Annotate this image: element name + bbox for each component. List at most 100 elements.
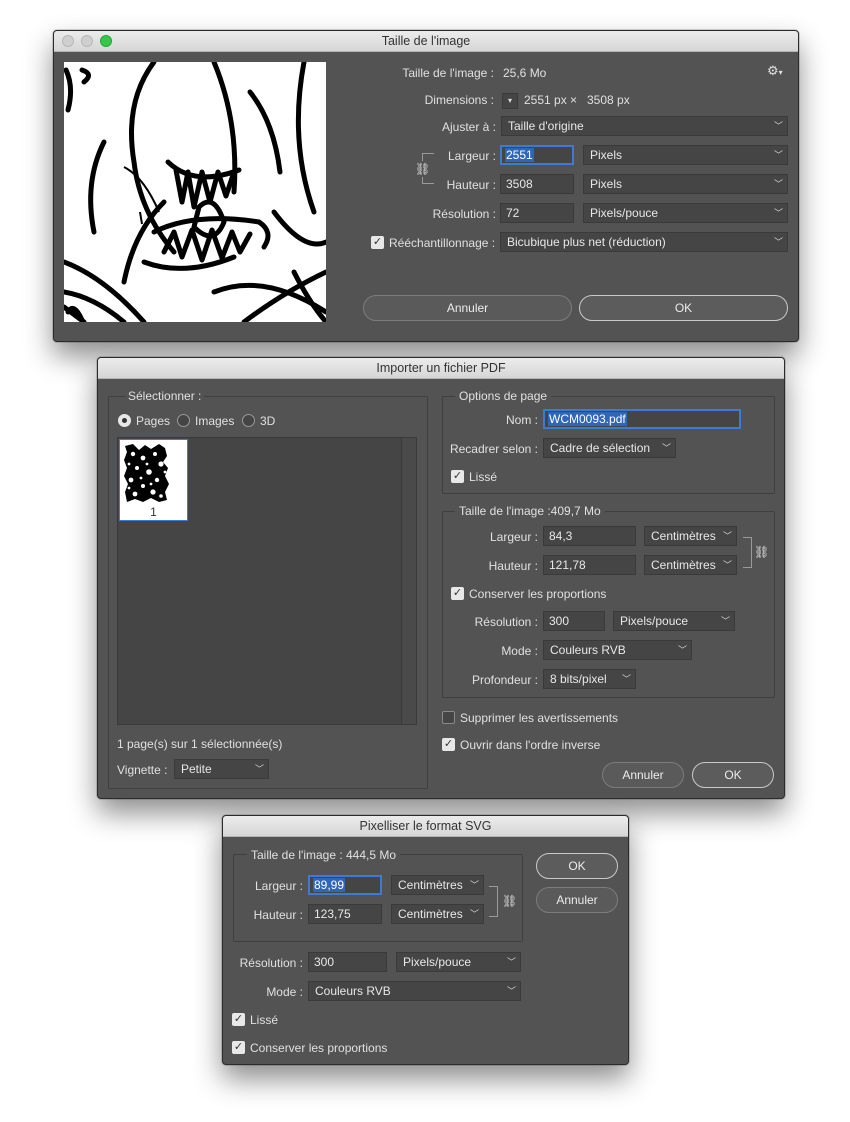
resolution-input[interactable]: 300 bbox=[543, 611, 605, 631]
cancel-button[interactable]: Annuler bbox=[536, 887, 618, 913]
rasterize-svg-dialog: Pixelliser le format SVG Taille de l'ima… bbox=[222, 815, 629, 1065]
image-size-label: Taille de l'image : bbox=[402, 66, 494, 80]
resolution-input[interactable]: 72 bbox=[500, 203, 574, 223]
crop-to-label: Recadrer selon : bbox=[449, 442, 538, 456]
width-unit-dropdown[interactable]: Centimètres ﹀ bbox=[391, 875, 484, 895]
height-unit-dropdown[interactable]: Centimètres ﹀ bbox=[391, 904, 484, 924]
image-size-value: 25,6 Mo bbox=[503, 66, 547, 80]
thumbnail-size-dropdown[interactable]: Petite ﹀ bbox=[174, 759, 269, 779]
chevron-down-icon: ﹀ bbox=[469, 880, 479, 890]
resample-checkbox[interactable]: ✓ bbox=[371, 236, 384, 249]
mode-dropdown[interactable]: Couleurs RVB ﹀ bbox=[543, 640, 692, 660]
images-radio[interactable] bbox=[177, 414, 190, 427]
close-window-button[interactable] bbox=[62, 35, 74, 47]
name-input[interactable]: WCM0093.pdf bbox=[543, 409, 741, 429]
resolution-input-value: 300 bbox=[549, 614, 570, 628]
height-unit-dropdown[interactable]: Centimètres ﹀ bbox=[644, 555, 737, 575]
sketch-preview-image bbox=[64, 62, 326, 322]
ok-button[interactable]: OK bbox=[536, 853, 618, 879]
minimize-window-button[interactable] bbox=[81, 35, 93, 47]
page-thumbnail-list[interactable]: 1 bbox=[117, 437, 417, 725]
3d-radio[interactable] bbox=[242, 414, 255, 427]
suppress-warnings-checkbox[interactable] bbox=[442, 711, 455, 724]
width-unit-value: Centimètres bbox=[398, 878, 463, 892]
width-input[interactable]: 2551 bbox=[500, 145, 574, 165]
height-label: Hauteur : bbox=[253, 908, 303, 922]
height-input-value: 123,75 bbox=[314, 907, 351, 921]
dimensions-times: × bbox=[570, 93, 578, 107]
select-label: Sélectionner : bbox=[125, 388, 205, 404]
width-label: Largeur : bbox=[254, 879, 303, 893]
dimensions-unit-menu-button[interactable]: ▾ bbox=[502, 93, 518, 109]
mode-label: Mode : bbox=[501, 644, 538, 658]
chevron-down-icon: ﹀ bbox=[506, 957, 516, 967]
smooth-checkbox[interactable]: ✓ bbox=[232, 1013, 245, 1026]
reverse-order-label: Ouvrir dans l'ordre inverse bbox=[460, 738, 601, 752]
link-constraint-icon[interactable]: ⛓ bbox=[502, 894, 517, 908]
cancel-button[interactable]: Annuler bbox=[602, 762, 684, 788]
chevron-down-icon: ﹀ bbox=[621, 674, 631, 684]
mode-dropdown[interactable]: Couleurs RVB ﹀ bbox=[308, 981, 521, 1001]
resolution-label: Résolution : bbox=[474, 615, 538, 629]
scrollbar-track[interactable] bbox=[401, 438, 416, 724]
resolution-label: Résolution : bbox=[239, 956, 303, 970]
ok-button[interactable]: OK bbox=[579, 295, 788, 321]
page-thumbnail-image bbox=[124, 444, 169, 502]
width-input[interactable]: 84,3 bbox=[543, 526, 636, 546]
height-input[interactable]: 121,78 bbox=[543, 555, 636, 575]
chevron-down-icon: ﹀ bbox=[720, 616, 730, 626]
width-unit-dropdown[interactable]: Centimètres ﹀ bbox=[644, 526, 737, 546]
zoom-window-button[interactable] bbox=[100, 35, 112, 47]
width-height-chain-bracket bbox=[489, 886, 498, 917]
height-unit-dropdown[interactable]: Pixels ﹀ bbox=[583, 174, 788, 194]
thumbnail-size-label: Vignette : bbox=[117, 763, 168, 777]
height-input[interactable]: 123,75 bbox=[308, 904, 382, 924]
height-unit-value: Centimètres bbox=[651, 558, 716, 572]
settings-gear-icon[interactable]: ⚙▾ bbox=[767, 63, 783, 79]
width-unit-dropdown[interactable]: Pixels ﹀ bbox=[583, 145, 788, 165]
chevron-down-icon: ﹀ bbox=[506, 986, 516, 996]
height-unit-value: Centimètres bbox=[398, 907, 463, 921]
ok-button[interactable]: OK bbox=[692, 762, 774, 788]
link-constraint-icon[interactable]: ⛓ bbox=[415, 161, 431, 177]
height-label: Hauteur : bbox=[446, 178, 496, 192]
smooth-checkbox[interactable]: ✓ bbox=[451, 470, 464, 483]
image-size-title: Taille de l'image : 444,5 Mo bbox=[247, 847, 401, 863]
width-label: Largeur : bbox=[447, 149, 496, 163]
reverse-order-checkbox[interactable]: ✓ bbox=[442, 738, 455, 751]
crop-to-value: Cadre de sélection bbox=[550, 441, 651, 455]
link-constraint-icon[interactable]: ⛓ bbox=[754, 545, 769, 559]
resolution-input[interactable]: 300 bbox=[308, 952, 387, 972]
height-input[interactable]: 3508 bbox=[500, 174, 574, 194]
resolution-label: Résolution : bbox=[432, 207, 496, 221]
fit-to-dropdown[interactable]: Taille d'origine ﹀ bbox=[501, 116, 788, 136]
cancel-button[interactable]: Annuler bbox=[363, 295, 572, 321]
resample-method-dropdown[interactable]: Bicubique plus net (réduction) ﹀ bbox=[500, 232, 788, 252]
crop-to-dropdown[interactable]: Cadre de sélection ﹀ bbox=[543, 438, 676, 458]
thumbnail-size-value: Petite bbox=[181, 762, 212, 776]
mode-value: Couleurs RVB bbox=[315, 984, 391, 998]
page-thumbnail-1[interactable]: 1 bbox=[119, 439, 188, 521]
width-unit-value: Centimètres bbox=[651, 529, 716, 543]
chevron-down-icon: ﹀ bbox=[773, 121, 783, 131]
keep-proportions-label: Conserver les proportions bbox=[469, 587, 607, 601]
smooth-label: Lissé bbox=[250, 1013, 279, 1027]
width-input-value: 84,3 bbox=[549, 529, 573, 543]
resolution-unit-value: Pixels/pouce bbox=[620, 614, 689, 628]
depth-dropdown[interactable]: 8 bits/pixel ﹀ bbox=[543, 669, 636, 689]
width-input[interactable]: 89,99 bbox=[308, 875, 382, 895]
pages-radio[interactable] bbox=[118, 414, 131, 427]
chevron-down-icon: ﹀ bbox=[773, 179, 783, 189]
width-input-value: 2551 bbox=[505, 148, 534, 162]
resolution-unit-dropdown[interactable]: Pixels/pouce ﹀ bbox=[396, 952, 521, 972]
keep-proportions-checkbox[interactable]: ✓ bbox=[451, 587, 464, 600]
keep-proportions-checkbox[interactable]: ✓ bbox=[232, 1041, 245, 1054]
height-input-value: 121,78 bbox=[549, 558, 586, 572]
chevron-down-icon: ﹀ bbox=[773, 208, 783, 218]
selection-status-text: 1 page(s) sur 1 sélectionnée(s) bbox=[117, 737, 283, 751]
chevron-down-icon: ﹀ bbox=[661, 443, 671, 453]
resolution-unit-dropdown[interactable]: Pixels/pouce ﹀ bbox=[583, 203, 788, 223]
resolution-unit-dropdown[interactable]: Pixels/pouce ﹀ bbox=[613, 611, 735, 631]
dialog-title: Taille de l'image bbox=[381, 34, 471, 48]
image-preview[interactable] bbox=[64, 62, 326, 322]
